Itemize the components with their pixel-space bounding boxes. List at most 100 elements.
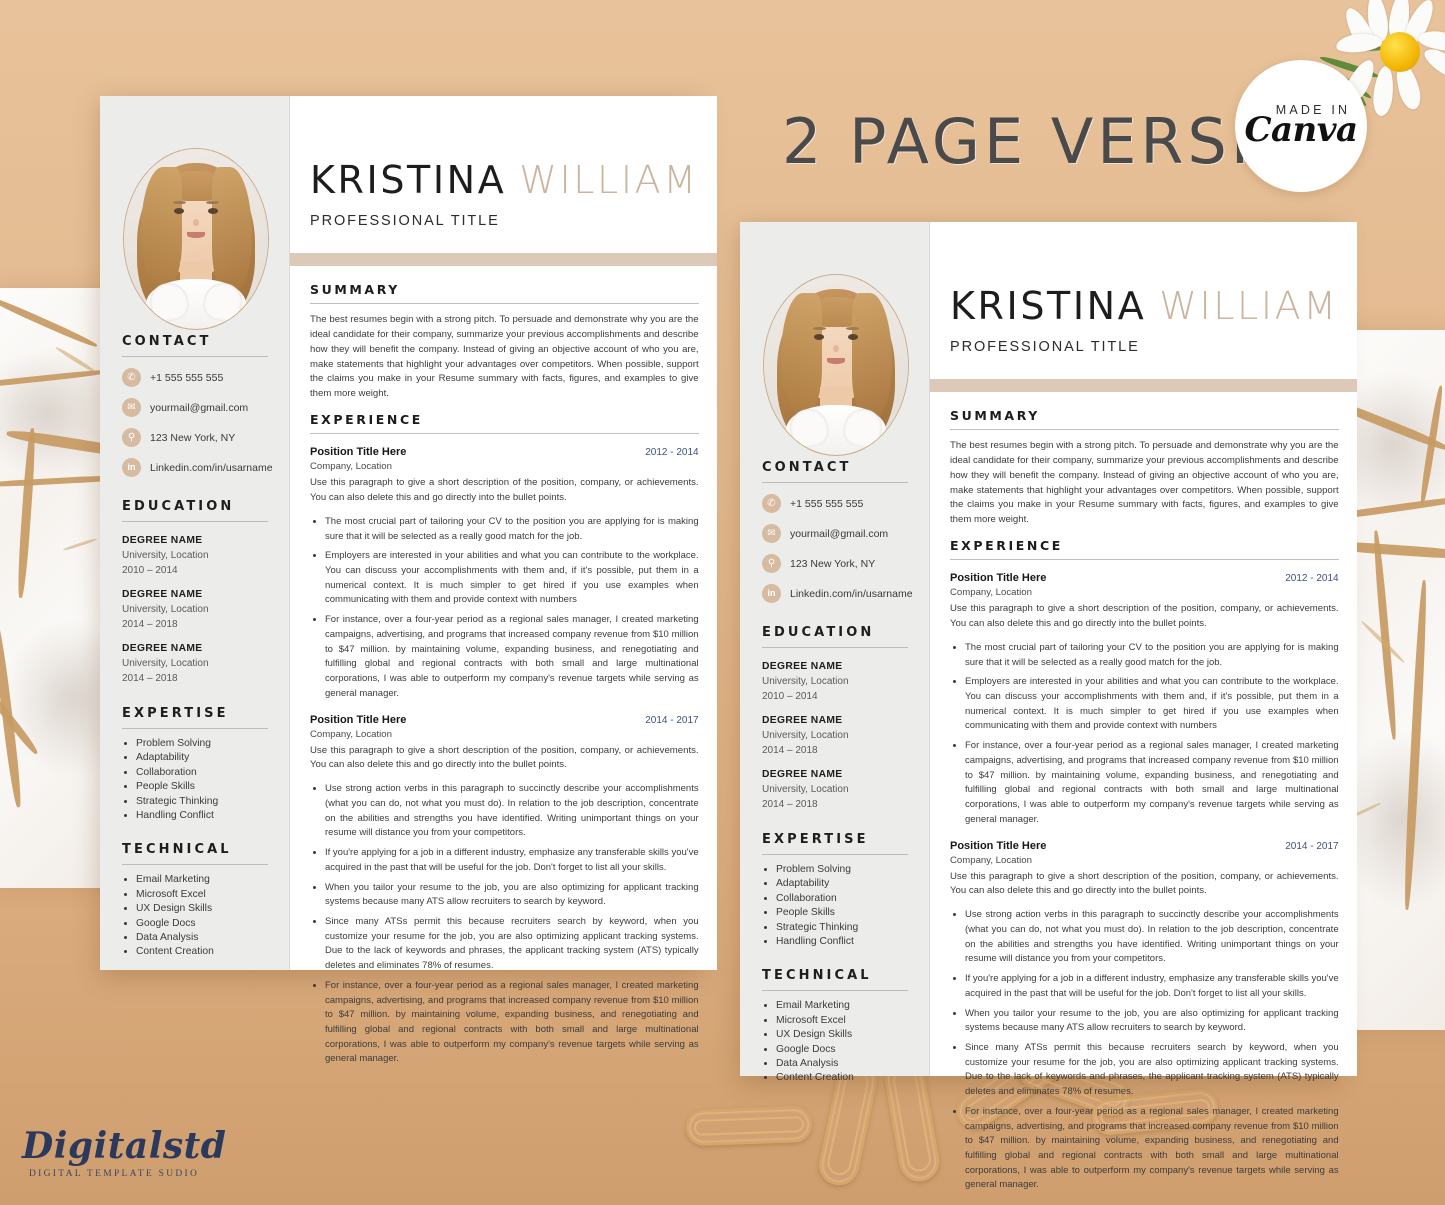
contact-list: ✆ +1 555 555 555 ✉ yourmail@gmail.com ⚲ … — [762, 494, 913, 603]
job-title: Position Title Here — [950, 572, 1047, 585]
summary-text: The best resumes begin with a strong pit… — [950, 440, 1339, 526]
expertise-list: Problem Solving Adaptability Collaborati… — [122, 738, 268, 821]
contact-item[interactable]: in Linkedin.com/in/usarname — [122, 458, 273, 477]
badge-canva-label: Canva — [1244, 109, 1358, 150]
list-item: Adaptability — [776, 878, 908, 889]
technical-heading: TECHNICAL — [762, 968, 872, 984]
degree-name: DEGREE NAME — [122, 643, 203, 654]
contact-email: yourmail@gmail.com — [790, 527, 889, 540]
experience-heading: EXPERIENCE — [310, 412, 423, 428]
resume-header: KRISTINA WILLIAM PROFESSIONAL TITLE — [290, 96, 717, 229]
list-item: When you tailor your resume to the job, … — [965, 1007, 1339, 1036]
profile-photo — [763, 274, 909, 456]
experience-job: Position Title Here 2014 - 2017 Company,… — [950, 840, 1339, 1194]
list-item: If you're applying for a job in a differ… — [965, 972, 1339, 1001]
experience-job: Position Title Here 2012 - 2014 Company,… — [310, 446, 699, 701]
divider — [122, 521, 268, 522]
contact-linkedin: Linkedin.com/in/usarname — [790, 587, 913, 600]
divider — [310, 433, 699, 435]
degree-years: 2010 – 2014 — [122, 565, 178, 576]
contact-item[interactable]: ⚲ 123 New York, NY — [762, 554, 908, 573]
list-item: Handling Conflict — [776, 936, 908, 947]
list-item: When you tailor your resume to the job, … — [325, 881, 699, 910]
degree-name: DEGREE NAME — [762, 769, 843, 780]
expertise-list: Problem Solving Adaptability Collaborati… — [762, 864, 908, 947]
divider — [310, 303, 699, 304]
list-item: UX Design Skills — [776, 1029, 908, 1040]
job-title: Position Title Here — [310, 446, 407, 459]
experience-heading: EXPERIENCE — [950, 538, 1063, 554]
degree-years: 2014 – 2018 — [122, 619, 178, 630]
location-pin-icon: ⚲ — [122, 428, 141, 447]
resume-sidebar: CONTACT ✆ +1 555 555 555 ✉ yourmail@gmai… — [100, 96, 290, 970]
accent-bar — [930, 379, 1357, 392]
list-item: Google Docs — [776, 1044, 908, 1055]
name-last: WILLIAM — [1159, 284, 1339, 328]
list-item: For instance, over a four-year period as… — [965, 739, 1339, 827]
job-company: Company, Location — [310, 461, 392, 473]
contact-item[interactable]: ✆ +1 555 555 555 — [122, 368, 268, 387]
paperclip-icon — [685, 1105, 813, 1147]
name-first: KRISTINA — [950, 284, 1147, 328]
divider — [122, 864, 268, 866]
list-item: Problem Solving — [776, 864, 908, 875]
list-item: Email Marketing — [776, 1000, 908, 1011]
divider — [762, 990, 908, 992]
job-intro: Use this paragraph to give a short descr… — [950, 870, 1339, 897]
contact-heading: CONTACT — [122, 334, 212, 349]
list-item: Data Analysis — [776, 1058, 908, 1069]
resume-page-2[interactable]: CONTACT ✆ +1 555 555 555 ✉ yourmail@gmai… — [740, 222, 1357, 1190]
list-item: Employers are interested in your abiliti… — [965, 675, 1339, 734]
divider — [762, 647, 908, 648]
job-company: Company, Location — [950, 587, 1032, 599]
degree-university: University, Location — [122, 658, 209, 669]
digitalstd-watermark: Digitalstd DIGITAL TEMPLATE SUDIO — [22, 1128, 226, 1179]
education-entry: DEGREE NAME University, Location 2010 – … — [762, 661, 908, 702]
list-item: Content Creation — [136, 946, 268, 957]
list-item: The most crucial part of tailoring your … — [965, 641, 1339, 670]
experience-job: Position Title Here 2012 - 2014 Company,… — [950, 572, 1339, 827]
contact-item[interactable]: ✆ +1 555 555 555 — [762, 494, 908, 513]
list-item: For instance, over a four-year period as… — [965, 1105, 1339, 1193]
contact-list: ✆ +1 555 555 555 ✉ yourmail@gmail.com ⚲ … — [122, 368, 273, 477]
contact-item[interactable]: ✉ yourmail@gmail.com — [122, 398, 268, 417]
degree-university: University, Location — [762, 784, 849, 795]
expertise-heading: EXPERTISE — [122, 706, 229, 721]
job-date: 2014 - 2017 — [645, 714, 699, 726]
professional-title: PROFESSIONAL TITLE — [950, 339, 1140, 355]
contact-item[interactable]: in Linkedin.com/in/usarname — [762, 584, 913, 603]
phone-icon: ✆ — [762, 494, 781, 513]
degree-years: 2014 – 2018 — [762, 745, 818, 756]
list-item: For instance, over a four-year period as… — [325, 613, 699, 701]
resume-page-1[interactable]: CONTACT ✆ +1 555 555 555 ✉ yourmail@gmai… — [100, 96, 717, 1064]
resume-main-content: KRISTINA WILLIAM PROFESSIONAL TITLE SUMM… — [930, 222, 1357, 1190]
list-item: Employers are interested in your abiliti… — [325, 549, 699, 608]
list-item: If you're applying for a job in a differ… — [325, 846, 699, 875]
education-entry: DEGREE NAME University, Location 2014 – … — [122, 643, 268, 684]
contact-item[interactable]: ✉ yourmail@gmail.com — [762, 524, 908, 543]
technical-heading: TECHNICAL — [122, 842, 232, 858]
degree-name: DEGREE NAME — [122, 535, 203, 546]
job-date: 2014 - 2017 — [1285, 840, 1339, 852]
profile-photo — [123, 148, 269, 330]
job-intro: Use this paragraph to give a short descr… — [310, 477, 699, 504]
job-bullets: Use strong action verbs in this paragrap… — [950, 908, 1339, 1193]
list-item: Since many ATSs permit this because recr… — [325, 915, 699, 974]
degree-university: University, Location — [762, 730, 849, 741]
summary-text: The best resumes begin with a strong pit… — [310, 314, 699, 400]
degree-years: 2014 – 2018 — [762, 799, 818, 810]
list-item: Microsoft Excel — [776, 1015, 908, 1026]
summary-heading: SUMMARY — [310, 282, 400, 297]
list-item: Since many ATSs permit this because recr… — [965, 1041, 1339, 1100]
divider — [950, 429, 1339, 430]
contact-address: 123 New York, NY — [150, 431, 236, 444]
contact-item[interactable]: ⚲ 123 New York, NY — [122, 428, 268, 447]
linkedin-icon: in — [762, 584, 781, 603]
watermark-tagline: DIGITAL TEMPLATE SUDIO — [29, 1169, 200, 1179]
degree-university: University, Location — [122, 550, 209, 561]
job-title: Position Title Here — [310, 713, 407, 726]
contact-phone: +1 555 555 555 — [150, 371, 224, 384]
degree-name: DEGREE NAME — [762, 715, 843, 726]
divider — [762, 482, 908, 483]
job-intro: Use this paragraph to give a short descr… — [950, 603, 1339, 630]
